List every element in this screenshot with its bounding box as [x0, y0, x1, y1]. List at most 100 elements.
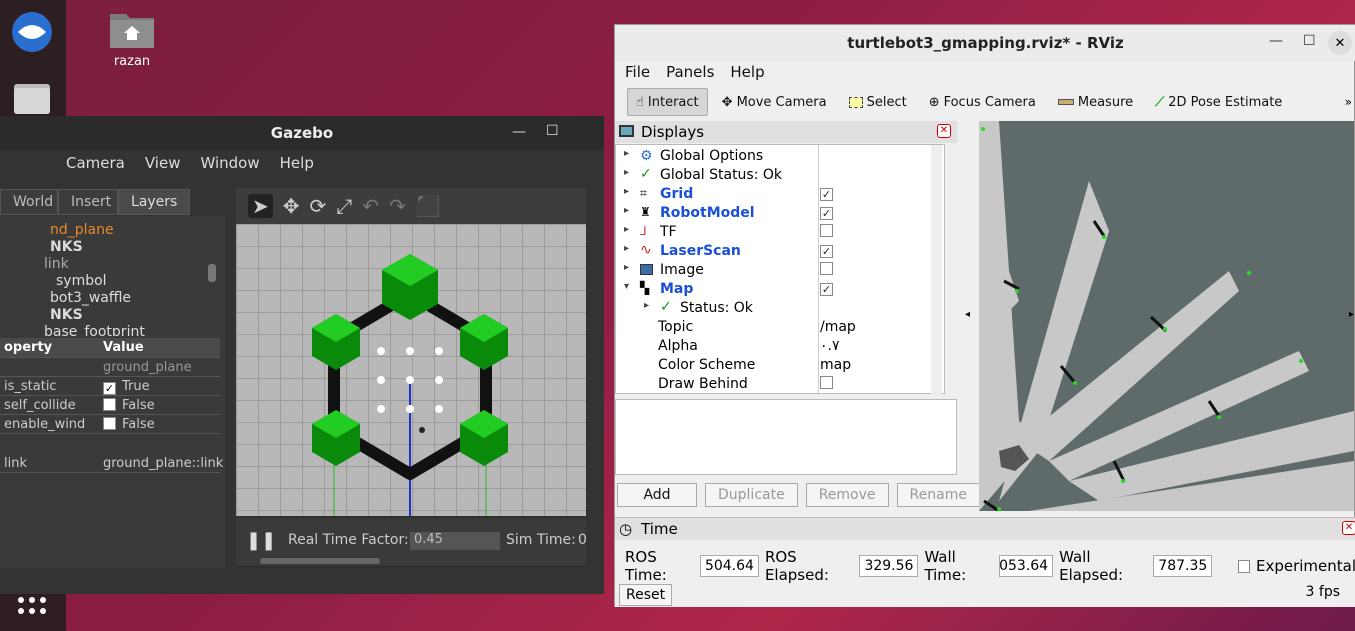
- scale-mode-icon[interactable]: ⤢: [336, 194, 352, 218]
- property-row[interactable]: ground_plane: [0, 358, 220, 377]
- display-global-status[interactable]: ▸ ✓ Global Status: Ok: [616, 166, 946, 185]
- display-laser-scan[interactable]: ▸ ∿ LaserScan ✓: [616, 242, 946, 261]
- reset-button[interactable]: Reset: [619, 584, 673, 606]
- rviz-menu-panels[interactable]: Panels: [666, 63, 714, 81]
- property-row[interactable]: self_collide False: [0, 396, 220, 415]
- remove-display-button[interactable]: Remove: [805, 483, 889, 507]
- tree-item-ground-plane[interactable]: nd_plane: [50, 222, 114, 238]
- property-row[interactable]: link ground_plane::link: [0, 454, 223, 473]
- checkbox-checked[interactable]: ✓: [103, 382, 116, 395]
- map-color-scheme-row[interactable]: Color Scheme map: [616, 356, 946, 375]
- display-enabled-checkbox[interactable]: ✓: [820, 207, 833, 220]
- display-enabled-checkbox[interactable]: ✓: [820, 245, 833, 258]
- displays-title: Displays: [641, 123, 705, 141]
- tree-item-link[interactable]: link: [44, 256, 69, 272]
- thunderbird-icon: [12, 12, 52, 52]
- tool-interact[interactable]: ☝ Interact: [627, 88, 708, 116]
- property-row[interactable]: enable_wind False: [0, 415, 220, 434]
- gazebo-minimize-button[interactable]: —: [512, 124, 526, 140]
- hand-icon: ☝: [636, 94, 644, 110]
- tf-axes-icon: ⅃: [640, 224, 647, 238]
- display-grid[interactable]: ▸ ⌗ Grid ✓: [616, 185, 946, 204]
- pause-icon[interactable]: ❚❚: [246, 530, 276, 551]
- ros-time-field[interactable]: 504.64: [699, 555, 759, 577]
- select-mode-icon[interactable]: ➤: [248, 194, 273, 218]
- thunderbird-launcher[interactable]: [6, 6, 58, 58]
- rviz-close-button[interactable]: ✕: [1328, 31, 1352, 55]
- ros-elapsed-label: ROS Elapsed:: [764, 548, 829, 584]
- gazebo-menu-view[interactable]: View: [145, 154, 181, 172]
- tree-item-links-2: NKS: [50, 307, 83, 323]
- ros-elapsed-field[interactable]: 329.56: [859, 555, 919, 577]
- gazebo-menu-window[interactable]: Window: [200, 154, 259, 172]
- rviz-window: turtlebot3_gmapping.rviz* - RViz — ☐ ✕ F…: [614, 24, 1355, 607]
- wall-elapsed-field[interactable]: 787.35: [1153, 555, 1213, 577]
- translate-mode-icon[interactable]: ✥: [283, 194, 300, 218]
- property-value: map: [820, 357, 852, 373]
- experimental-checkbox[interactable]: [1238, 559, 1250, 573]
- map-draw-behind-row[interactable]: Draw Behind: [616, 375, 946, 394]
- tool-focus-camera[interactable]: ⊕ Focus Camera: [921, 88, 1044, 116]
- display-image[interactable]: ▸ Image: [616, 261, 946, 280]
- tool-2d-pose-estimate[interactable]: ⟋ 2D Pose Estimate: [1147, 88, 1290, 116]
- redo-icon[interactable]: ↷: [389, 194, 406, 218]
- tool-measure[interactable]: Measure: [1050, 88, 1141, 116]
- add-display-button[interactable]: Add: [617, 483, 697, 507]
- display-enabled-checkbox[interactable]: ✓: [820, 283, 833, 296]
- checkbox-unchecked[interactable]: [103, 417, 116, 430]
- rviz-maximize-button[interactable]: ☐: [1303, 33, 1316, 49]
- tool-move-camera[interactable]: ✥ Move Camera: [714, 88, 835, 116]
- tree-scrollbar[interactable]: [208, 264, 216, 282]
- rename-display-button[interactable]: Rename: [896, 483, 980, 507]
- tree-item-waffle[interactable]: bot3_waffle: [50, 290, 131, 306]
- checkbox-unchecked[interactable]: [103, 398, 116, 411]
- collapse-left-icon[interactable]: ◂: [965, 309, 970, 320]
- robot-icon: ♜: [640, 205, 651, 219]
- tree-item-base-footprint[interactable]: base_footprint: [44, 324, 145, 336]
- rviz-menu-file[interactable]: File: [625, 63, 650, 81]
- display-tf[interactable]: ▸ ⅃ TF: [616, 223, 946, 242]
- display-global-options[interactable]: ▸ ⚙ Global Options: [616, 147, 946, 166]
- map-status-row[interactable]: ▸ ✓ Status: Ok: [616, 299, 946, 318]
- map-topic-row[interactable]: Topic /map: [616, 318, 946, 337]
- map-alpha-row[interactable]: Alpha ٠.٧: [616, 337, 946, 356]
- home-folder-shortcut[interactable]: razan: [100, 8, 164, 69]
- turtlebot-waffle-model: [312, 254, 508, 516]
- select-box-icon: [848, 96, 863, 108]
- tree-item-symbol[interactable]: symbol: [56, 273, 107, 289]
- map-icon: ▚: [640, 281, 650, 295]
- gazebo-maximize-button[interactable]: ☐: [546, 123, 559, 139]
- tab-world[interactable]: World: [0, 189, 58, 215]
- rviz-titlebar[interactable]: turtlebot3_gmapping.rviz* - RViz: [615, 25, 1355, 61]
- display-enabled-checkbox[interactable]: [820, 224, 833, 237]
- undo-icon[interactable]: ↶: [362, 194, 379, 218]
- rotate-mode-icon[interactable]: ⟳: [310, 194, 327, 218]
- gazebo-world-panel: nd_plane NKS link symbol bot3_waffle NKS…: [0, 216, 225, 568]
- time-close-icon[interactable]: ✕: [1342, 521, 1355, 535]
- property-row[interactable]: is_static ✓ True: [0, 377, 220, 396]
- draw-behind-checkbox[interactable]: [820, 376, 833, 389]
- display-enabled-checkbox[interactable]: [820, 262, 833, 275]
- real-time-factor-label: Real Time Factor:: [288, 532, 409, 548]
- rviz-menu-help[interactable]: Help: [730, 63, 764, 81]
- property-name: Draw Behind: [658, 376, 748, 392]
- tab-insert[interactable]: Insert: [58, 189, 118, 215]
- gazebo-3d-scene[interactable]: [236, 224, 586, 516]
- rviz-minimize-button[interactable]: —: [1269, 33, 1283, 49]
- display-map[interactable]: ▾ ▚ Map ✓: [616, 280, 946, 299]
- files-icon: [14, 84, 50, 114]
- displays-close-icon[interactable]: ✕: [937, 124, 951, 138]
- gazebo-menu-help[interactable]: Help: [280, 154, 314, 172]
- wall-time-field[interactable]: 5053.64: [999, 555, 1054, 577]
- gazebo-menu-camera[interactable]: Camera: [66, 154, 125, 172]
- box-shape-icon[interactable]: ⬛: [416, 194, 441, 218]
- tool-select[interactable]: Select: [841, 88, 915, 116]
- collapse-right-icon[interactable]: ▸: [1349, 309, 1354, 320]
- horizontal-scrollbar[interactable]: [260, 558, 380, 564]
- display-enabled-checkbox[interactable]: ✓: [820, 188, 833, 201]
- toolbar-overflow-icon[interactable]: »: [1345, 95, 1352, 109]
- tab-layers[interactable]: Layers: [118, 189, 190, 215]
- duplicate-display-button[interactable]: Duplicate: [705, 483, 798, 507]
- display-robot-model[interactable]: ▸ ♜ RobotModel ✓: [616, 204, 946, 223]
- rviz-3d-view[interactable]: [979, 121, 1354, 511]
